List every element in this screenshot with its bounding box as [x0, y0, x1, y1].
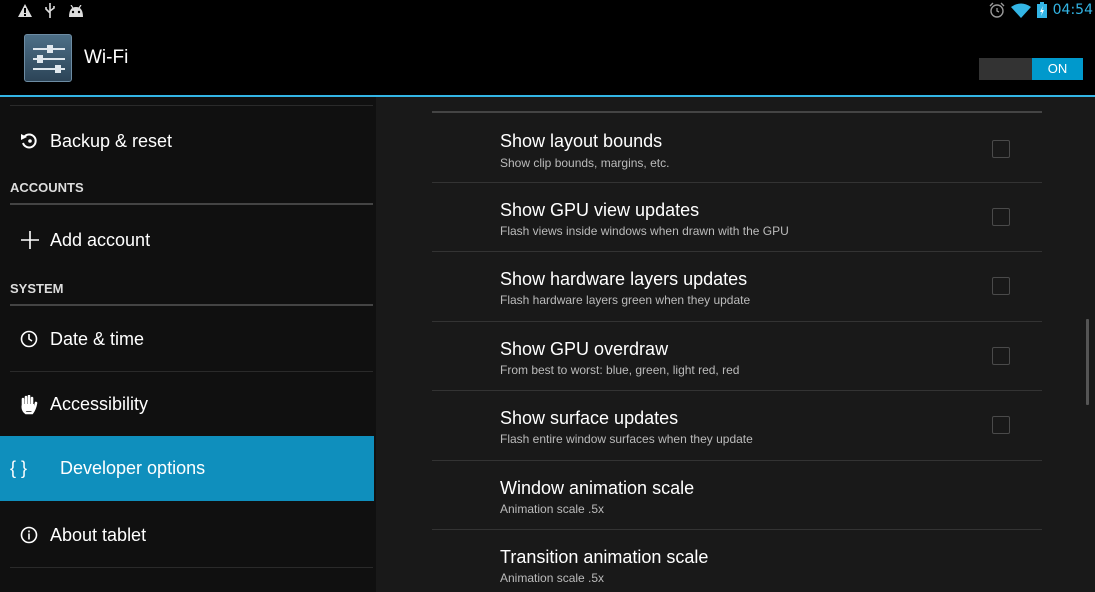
- setting-title: Show surface updates: [500, 408, 679, 428]
- setting-summary: Flash hardware layers green when they up…: [500, 293, 751, 307]
- sidebar-item-date-time[interactable]: Date & time: [10, 307, 373, 371]
- divider: [10, 567, 373, 568]
- sidebar-item-label: Backup & reset: [50, 130, 173, 151]
- setting-title: Show layout bounds: [500, 131, 663, 151]
- sidebar-item-about-tablet[interactable]: About tablet: [10, 503, 373, 567]
- usb-icon: [45, 3, 55, 18]
- backup-reset-icon: [10, 132, 50, 150]
- checkbox[interactable]: [992, 347, 1010, 365]
- setting-transition-animation-scale[interactable]: Transition animation scale Animation sca…: [432, 530, 1042, 592]
- setting-title: Show GPU overdraw: [500, 339, 669, 359]
- info-icon: [10, 526, 50, 544]
- setting-show-gpu-view-updates[interactable]: Show GPU view updates Flash views inside…: [432, 183, 1042, 251]
- list-top-divider: [432, 111, 1042, 113]
- sidebar-item-label: Accessibility: [50, 394, 149, 414]
- checkbox[interactable]: [992, 277, 1010, 295]
- divider: [10, 105, 373, 106]
- clock-icon: [10, 330, 50, 348]
- wifi-toggle[interactable]: ON: [979, 58, 1083, 80]
- android-debug-icon: [69, 4, 83, 17]
- setting-show-hardware-layers-updates[interactable]: Show hardware layers updates Flash hardw…: [432, 252, 1042, 321]
- setting-show-layout-bounds[interactable]: Show layout bounds Show clip bounds, mar…: [432, 114, 1042, 182]
- sidebar-item-label: About tablet: [50, 524, 147, 545]
- setting-show-surface-updates[interactable]: Show surface updates Flash entire window…: [432, 391, 1042, 460]
- braces-icon: { }: [10, 458, 28, 478]
- warning-icon: [18, 4, 32, 17]
- toggle-on-label: ON: [1032, 58, 1083, 80]
- wifi-signal-icon: [1010, 3, 1031, 18]
- setting-summary: From best to worst: blue, green, light r…: [500, 363, 740, 377]
- setting-summary: Show clip bounds, margins, etc.: [500, 156, 670, 170]
- page-title: Wi-Fi: [84, 47, 129, 68]
- developer-options-list: Show layout bounds Show clip bounds, mar…: [376, 97, 1095, 592]
- system-icons: 04:54: [989, 2, 1093, 18]
- category-system: SYSTEM: [10, 281, 64, 296]
- clock-time: 04:54: [1052, 2, 1093, 18]
- battery-charging-icon: [1036, 2, 1047, 18]
- action-bar: Wi-Fi ON: [0, 22, 1095, 96]
- notification-icons: [18, 3, 84, 18]
- scrollbar[interactable]: [1086, 319, 1089, 405]
- checkbox[interactable]: [992, 416, 1010, 434]
- checkbox[interactable]: [992, 208, 1010, 226]
- sidebar-item-backup-reset[interactable]: Backup & reset: [10, 111, 373, 171]
- setting-show-gpu-overdraw[interactable]: Show GPU overdraw From best to worst: bl…: [432, 322, 1042, 390]
- category-accounts: ACCOUNTS: [10, 180, 84, 195]
- settings-app-icon[interactable]: [24, 34, 72, 82]
- sidebar-item-label: Add account: [50, 229, 151, 250]
- category-divider: [10, 304, 373, 306]
- sidebar-item-developer-options[interactable]: { } Developer options: [0, 436, 374, 501]
- setting-title: Window animation scale: [500, 478, 695, 498]
- setting-summary: Animation scale .5x: [500, 571, 605, 585]
- hand-icon: [10, 394, 50, 415]
- plus-icon: [10, 230, 50, 250]
- status-bar: 04:54: [0, 0, 1095, 22]
- sidebar-item-label: Date & time: [50, 328, 145, 349]
- setting-summary: Flash views inside windows when drawn wi…: [500, 224, 789, 238]
- checkbox[interactable]: [992, 140, 1010, 158]
- category-divider: [10, 203, 373, 205]
- alarm-icon: [989, 2, 1005, 18]
- settings-headers-panel: Backup & reset ACCOUNTS Add account SYST…: [0, 97, 376, 592]
- setting-summary: Animation scale .5x: [500, 502, 605, 516]
- setting-window-animation-scale[interactable]: Window animation scale Animation scale .…: [432, 461, 1042, 529]
- sidebar-item-add-account[interactable]: Add account: [10, 209, 373, 271]
- setting-summary: Flash entire window surfaces when they u…: [500, 432, 753, 446]
- setting-title: Show GPU view updates: [500, 200, 700, 220]
- sidebar-item-accessibility[interactable]: Accessibility: [10, 373, 373, 436]
- sidebar-item-label: Developer options: [60, 458, 206, 478]
- divider: [10, 371, 373, 372]
- setting-title: Show hardware layers updates: [500, 269, 748, 289]
- setting-title: Transition animation scale: [500, 547, 709, 567]
